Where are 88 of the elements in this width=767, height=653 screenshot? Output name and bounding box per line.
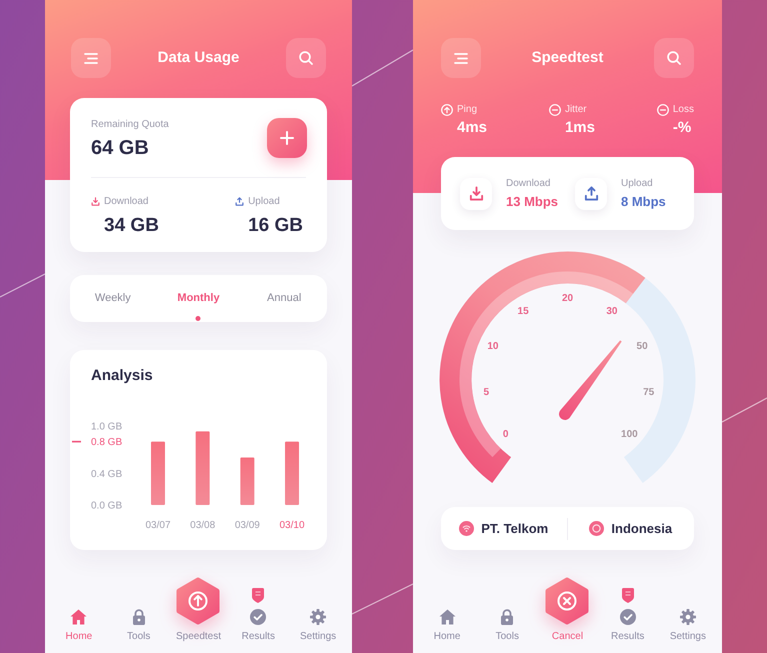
- nav-item[interactable]: Results: [611, 588, 644, 643]
- lock-icon: [500, 609, 514, 625]
- axis-label: 1.0 GB: [91, 421, 122, 432]
- diagonal-line: [0, 273, 46, 298]
- transfer-value: 34 GB: [104, 214, 159, 238]
- period-tab[interactable]: Annual: [241, 275, 327, 322]
- gauge-scale-label: 15: [518, 306, 529, 317]
- arrow-circle-icon: [441, 104, 453, 116]
- nav-item[interactable]: Tools: [127, 609, 150, 643]
- axis-label: 0.8 GB: [91, 437, 122, 448]
- bar: [285, 442, 299, 505]
- gauge-scale-label: 30: [606, 306, 618, 317]
- search-button[interactable]: [654, 38, 694, 78]
- close-hexagon-icon: [545, 577, 590, 625]
- home-icon: [70, 609, 88, 625]
- provider-name: PT. Telkom: [481, 520, 548, 538]
- axis-label: 03/09: [234, 520, 260, 531]
- globe-icon: [589, 521, 604, 536]
- stat-value: 4ms: [457, 119, 488, 137]
- axis-label: 03/10: [280, 520, 305, 531]
- nav-item[interactable]: Settings: [300, 609, 336, 643]
- search-icon: [298, 51, 313, 65]
- period-tab[interactable]: Monthly: [156, 275, 242, 322]
- screen-title: Data Usage: [158, 48, 240, 68]
- stat-value: -%: [672, 119, 692, 137]
- axis-label: 03/07: [145, 520, 171, 531]
- upload-hexagon-icon: [176, 577, 220, 625]
- diagonal-line: [722, 397, 767, 423]
- rate-value: 13 Mbps: [506, 194, 558, 210]
- nav-item[interactable]: Home: [434, 609, 460, 643]
- axis-label: 0.0 GB: [91, 500, 122, 512]
- stat-label: Loss: [672, 103, 694, 117]
- rate-label: Upload: [621, 177, 653, 190]
- download-icon: [91, 197, 100, 206]
- analysis-title: Analysis: [91, 367, 153, 385]
- search-button[interactable]: [286, 38, 326, 78]
- nav-item[interactable]: Speedtest: [176, 577, 222, 643]
- menu-icon: [454, 52, 468, 64]
- diagonal-line: [352, 49, 414, 87]
- settings-icon: [680, 609, 696, 625]
- nav-item[interactable]: Cancel: [545, 577, 590, 643]
- transfer-label: Upload: [248, 195, 280, 208]
- add-button[interactable]: [267, 118, 307, 158]
- gauge-scale-label: 100: [621, 428, 638, 440]
- gauge-scale-label: 50: [636, 341, 648, 352]
- settings-icon: [310, 609, 326, 625]
- nav-item[interactable]: Tools: [496, 609, 519, 643]
- transfer-label: Download: [104, 195, 148, 208]
- gauge-scale-label: 5: [484, 386, 490, 398]
- diagonal-line: [352, 583, 414, 615]
- nav-item[interactable]: Results: [242, 588, 275, 643]
- home-icon: [438, 609, 456, 625]
- gauge-scale-label: 0: [502, 428, 508, 440]
- lock-icon: [132, 609, 146, 625]
- quota-value: 64 GB: [91, 136, 149, 160]
- plus-icon: [280, 131, 294, 145]
- check-circle-icon: [250, 609, 266, 625]
- menu-button[interactable]: [441, 38, 481, 78]
- stat-value: 1ms: [564, 119, 595, 137]
- upload-icon: [235, 197, 244, 206]
- rate-value: 8 Mbps: [621, 194, 666, 210]
- wifi-icon: [459, 521, 474, 536]
- bar: [240, 457, 254, 505]
- nav-item[interactable]: Settings: [670, 609, 706, 643]
- menu-button[interactable]: [71, 38, 111, 78]
- gauge-scale-label: 20: [562, 293, 574, 304]
- period-tab[interactable]: Weekly: [70, 275, 156, 322]
- quota-label: Remaining Quota: [91, 118, 169, 132]
- location-name: Indonesia: [611, 520, 672, 538]
- rate-label: Download: [506, 177, 550, 190]
- gauge-scale-label: 10: [487, 341, 498, 352]
- minus-circle-icon: [656, 104, 669, 116]
- gauge-scale-label: 75: [643, 386, 654, 398]
- menu-icon: [84, 52, 98, 64]
- bar: [151, 442, 165, 505]
- stat-label: Jitter: [564, 103, 587, 117]
- minus-circle-icon: [548, 104, 561, 116]
- upload-icon: [575, 178, 607, 210]
- search-icon: [666, 51, 681, 65]
- axis-label: 03/08: [190, 520, 216, 531]
- screen-title: Speedtest: [532, 48, 604, 68]
- download-icon: [460, 178, 492, 210]
- stat-label: Ping: [457, 103, 478, 117]
- check-circle-icon: [620, 609, 636, 625]
- axis-label: 0.4 GB: [91, 468, 122, 480]
- tick-marker-icon: [72, 440, 81, 442]
- transfer-value: 16 GB: [248, 214, 303, 238]
- nav-item[interactable]: Home: [66, 609, 92, 643]
